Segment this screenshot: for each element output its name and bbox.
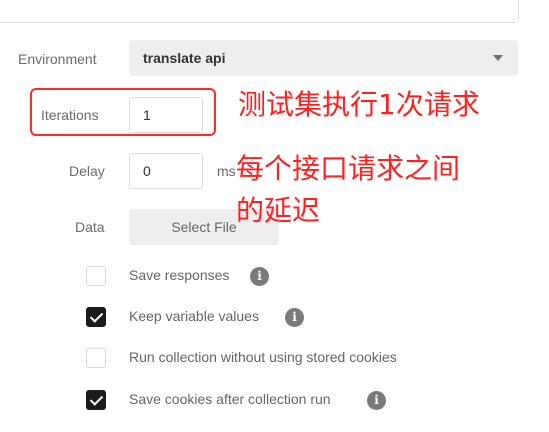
delay-label: Delay (69, 163, 105, 179)
environment-label: Environment (18, 51, 97, 67)
iterations-input[interactable] (129, 97, 203, 133)
delay-unit: ms (217, 163, 236, 179)
top-panel-edge (0, 0, 519, 23)
environment-select[interactable]: translate api (129, 40, 518, 76)
keep-variable-values-checkbox[interactable] (86, 307, 106, 327)
info-icon[interactable]: i (367, 391, 386, 410)
run-without-cookies-label: Run collection without using stored cook… (129, 349, 397, 365)
iterations-label: Iterations (41, 107, 99, 123)
delay-annotation-line1: 每个接口请求之间 (236, 152, 461, 185)
runner-settings-panel: Environment translate api Iterations Del… (0, 0, 549, 432)
info-icon[interactable]: i (285, 308, 304, 327)
data-label: Data (75, 219, 105, 235)
save-cookies-checkbox[interactable] (86, 390, 106, 410)
chevron-down-icon (493, 55, 503, 61)
save-responses-checkbox[interactable] (86, 266, 106, 286)
info-icon[interactable]: i (250, 267, 269, 286)
iterations-annotation: 测试集执行1次请求 (238, 88, 480, 121)
run-without-cookies-checkbox[interactable] (86, 348, 106, 368)
delay-input[interactable] (129, 153, 203, 189)
delay-annotation-line2: 的延迟 (236, 194, 321, 227)
save-responses-label: Save responses (129, 267, 230, 283)
save-cookies-label: Save cookies after collection run (129, 391, 331, 407)
environment-value: translate api (143, 50, 226, 66)
keep-variable-values-label: Keep variable values (129, 308, 259, 324)
